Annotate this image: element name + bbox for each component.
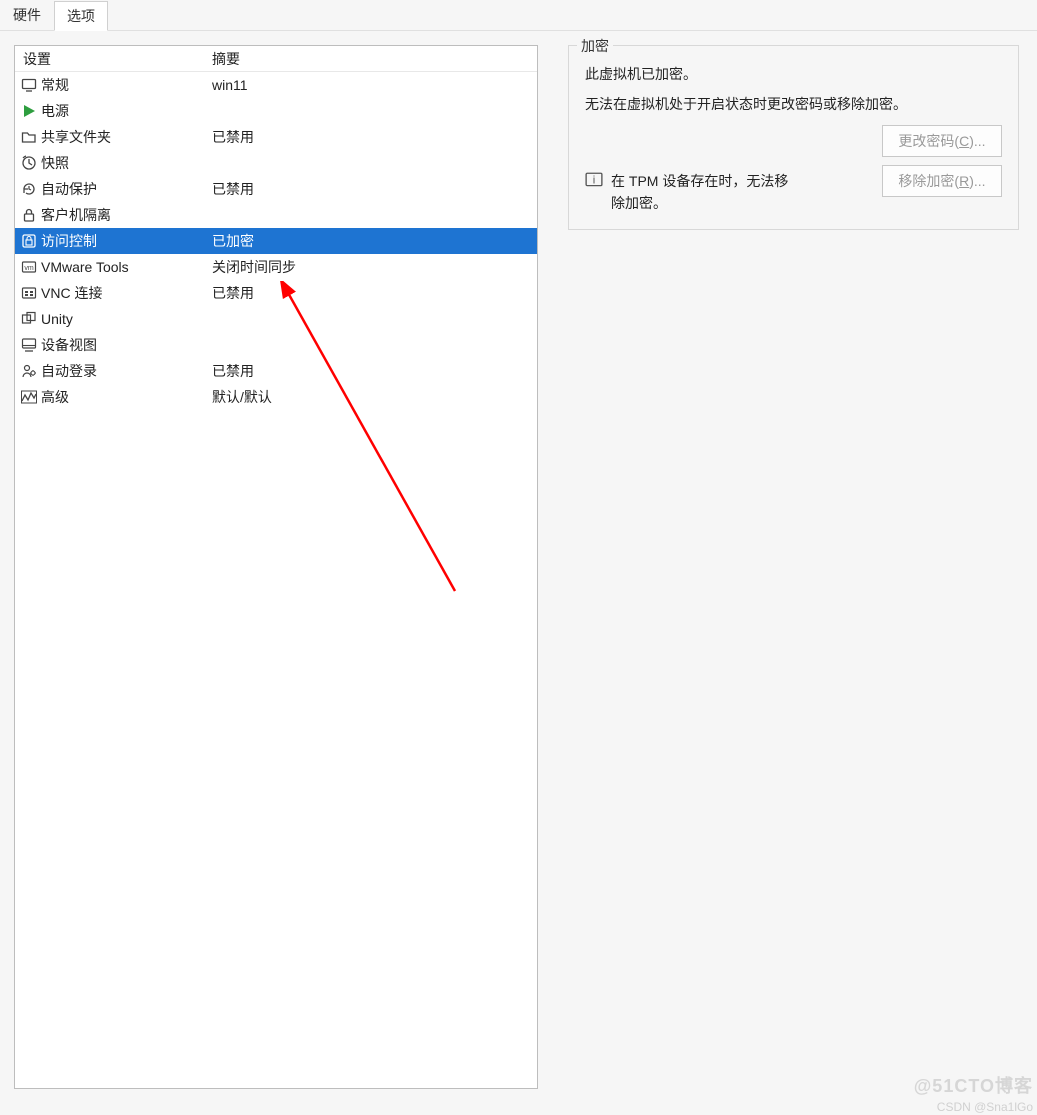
shield-icon xyxy=(21,233,37,249)
unity-icon xyxy=(21,311,37,327)
settings-row-label: 常规 xyxy=(41,75,69,95)
encrypted-warning-text: 无法在虚拟机处于开启状态时更改密码或移除加密。 xyxy=(585,94,1002,116)
autologin-icon xyxy=(21,363,37,379)
tab-hardware[interactable]: 硬件 xyxy=(0,0,54,30)
folder-icon xyxy=(21,129,37,145)
vm-icon: vm xyxy=(21,259,37,275)
settings-row-unity[interactable]: Unity xyxy=(15,306,537,332)
history-icon xyxy=(21,181,37,197)
settings-row-summary: 默认/默认 xyxy=(210,387,537,407)
settings-row-label: VMware Tools xyxy=(41,259,129,275)
settings-row-summary: 已禁用 xyxy=(210,179,537,199)
settings-row-label: 客户机隔离 xyxy=(41,205,111,225)
vnc-icon xyxy=(21,285,37,301)
settings-row-summary: 已禁用 xyxy=(210,361,537,381)
settings-row-play[interactable]: 电源 xyxy=(15,98,537,124)
clock-snap-icon xyxy=(21,155,37,171)
settings-row-label: VNC 连接 xyxy=(41,283,102,303)
settings-row-label: 自动登录 xyxy=(41,361,97,381)
settings-row-label: 电源 xyxy=(41,101,69,121)
settings-row-summary: 已禁用 xyxy=(210,283,537,303)
settings-row-label: 设备视图 xyxy=(41,335,97,355)
encryption-groupbox: 加密 此虚拟机已加密。 无法在虚拟机处于开启状态时更改密码或移除加密。 更改密码… xyxy=(568,45,1019,230)
settings-row-vm[interactable]: vm VMware Tools 关闭时间同步 xyxy=(15,254,537,280)
settings-row-summary: 关闭时间同步 xyxy=(210,257,537,277)
settings-row-device-view[interactable]: 设备视图 xyxy=(15,332,537,358)
tpm-info-text: 在 TPM 设备存在时，无法移除加密。 xyxy=(611,171,791,214)
settings-row-summary: 已禁用 xyxy=(210,127,537,147)
settings-row-monitor[interactable]: 常规 win11 xyxy=(15,72,537,98)
settings-row-shield[interactable]: 访问控制 已加密 xyxy=(15,228,537,254)
settings-row-advanced[interactable]: 高级 默认/默认 xyxy=(15,384,537,410)
right-panel: 加密 此虚拟机已加密。 无法在虚拟机处于开启状态时更改密码或移除加密。 更改密码… xyxy=(568,45,1019,1101)
settings-row-label: Unity xyxy=(41,311,73,327)
monitor-icon xyxy=(21,77,37,93)
settings-row-summary: win11 xyxy=(210,77,537,93)
list-header: 设置 摘要 xyxy=(15,46,537,72)
settings-row-label: 高级 xyxy=(41,387,69,407)
settings-row-label: 访问控制 xyxy=(41,231,97,251)
tab-bar: 硬件 选项 xyxy=(0,0,1037,31)
settings-row-folder[interactable]: 共享文件夹 已禁用 xyxy=(15,124,537,150)
settings-row-history[interactable]: 自动保护 已禁用 xyxy=(15,176,537,202)
advanced-icon xyxy=(21,389,37,405)
svg-text:vm: vm xyxy=(24,265,34,272)
remove-encryption-button[interactable]: 移除加密(R)... xyxy=(882,165,1002,197)
settings-row-clock-snap[interactable]: 快照 xyxy=(15,150,537,176)
header-setting: 设置 xyxy=(15,49,210,69)
svg-text:i: i xyxy=(593,175,596,187)
settings-row-label: 自动保护 xyxy=(41,179,97,199)
watermark-51cto: @51CTO博客 xyxy=(914,1072,1033,1098)
encrypted-status-text: 此虚拟机已加密。 xyxy=(585,64,1002,86)
settings-row-vnc[interactable]: VNC 连接 已禁用 xyxy=(15,280,537,306)
play-icon xyxy=(21,103,37,119)
tab-options[interactable]: 选项 xyxy=(54,1,108,31)
settings-row-label: 共享文件夹 xyxy=(41,127,111,147)
device-view-icon xyxy=(21,337,37,353)
content-area: 设置 摘要 常规win11电源共享文件夹已禁用快照自动保护已禁用客户机隔离访问控… xyxy=(0,31,1037,1115)
settings-row-lock[interactable]: 客户机隔离 xyxy=(15,202,537,228)
settings-list: 设置 摘要 常规win11电源共享文件夹已禁用快照自动保护已禁用客户机隔离访问控… xyxy=(14,45,538,1089)
groupbox-title: 加密 xyxy=(577,36,613,56)
info-icon: i xyxy=(585,171,603,189)
lock-icon xyxy=(21,207,37,223)
header-summary: 摘要 xyxy=(210,49,537,69)
settings-row-label: 快照 xyxy=(41,153,69,173)
change-password-button[interactable]: 更改密码(C)... xyxy=(882,125,1002,157)
settings-row-autologin[interactable]: 自动登录 已禁用 xyxy=(15,358,537,384)
settings-row-summary: 已加密 xyxy=(210,231,537,251)
watermark-csdn: CSDN @Sna1lGo xyxy=(937,1100,1033,1114)
